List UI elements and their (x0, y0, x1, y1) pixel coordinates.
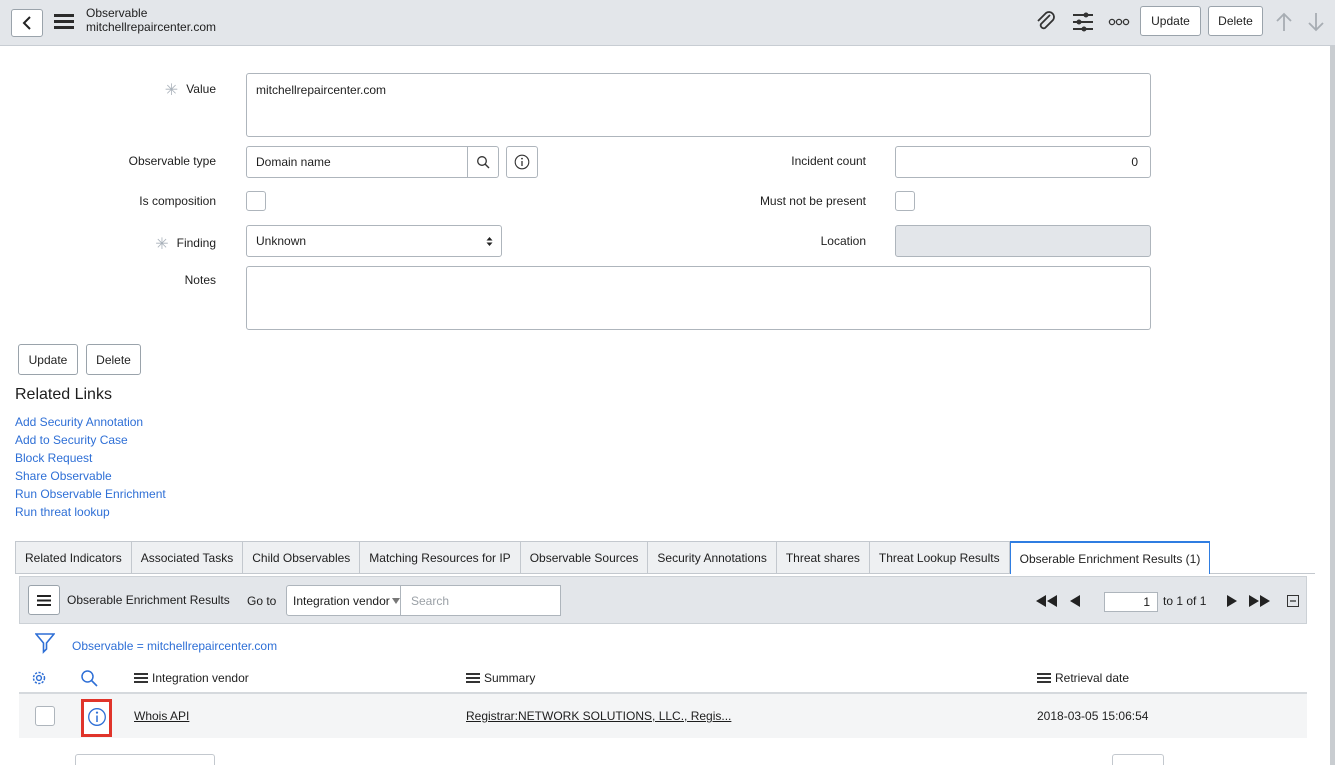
observable-type-info-button[interactable] (506, 146, 538, 178)
notes-field[interactable] (246, 266, 1151, 330)
must-not-be-present-checkbox[interactable] (895, 191, 915, 211)
required-asterisk-icon: ✳ (155, 236, 169, 253)
observable-type-label: Observable type (128, 154, 216, 168)
tab-associated-tasks[interactable]: Associated Tasks (130, 541, 243, 574)
value-field[interactable]: mitchellrepaircenter.com (246, 73, 1151, 137)
arrow-down-icon[interactable] (1307, 11, 1325, 33)
filter-icon[interactable] (35, 632, 55, 654)
hamburger-icon (37, 594, 51, 606)
link-run-threat-lookup[interactable]: Run threat lookup (15, 505, 110, 519)
tab-child-observables[interactable]: Child Observables (242, 541, 360, 574)
form-update-button[interactable]: Update (18, 344, 78, 375)
filter-breadcrumb[interactable]: Observable = mitchellrepaircenter.com (72, 639, 277, 653)
column-retrieval-date[interactable]: Retrieval date (1037, 671, 1129, 685)
tab-threat-lookup-results[interactable]: Threat Lookup Results (868, 541, 1010, 574)
page-scrollbar[interactable] (1330, 46, 1335, 765)
header-update-button[interactable]: Update (1140, 6, 1201, 36)
bottom-control-fragment (75, 754, 215, 765)
related-links-title: Related Links (15, 386, 112, 403)
header-delete-button[interactable]: Delete (1208, 6, 1263, 36)
form-delete-button[interactable]: Delete (86, 344, 141, 375)
list-menu-button[interactable] (28, 585, 60, 615)
arrow-up-icon[interactable] (1275, 11, 1293, 33)
value-label: ✳ Value (164, 82, 216, 99)
hamburger-menu-icon[interactable] (54, 14, 74, 30)
bottom-control-fragment (1112, 754, 1164, 765)
gear-icon[interactable] (30, 669, 48, 687)
more-options-icon[interactable] (1108, 18, 1130, 26)
related-lists-tabs: Related Indicators Associated Tasks Chil… (15, 541, 1211, 574)
goto-field-select[interactable]: Integration vendor (286, 585, 401, 616)
column-menu-icon (134, 673, 148, 683)
next-page-icon[interactable] (1227, 595, 1238, 607)
column-integration-vendor[interactable]: Integration vendor (134, 671, 249, 685)
last-page-icon[interactable] (1249, 595, 1271, 607)
required-asterisk-icon: ✳ (164, 82, 179, 99)
row-select-checkbox[interactable] (35, 706, 55, 726)
list-search-input[interactable]: Search (401, 585, 561, 616)
incident-count-label: Incident count (791, 154, 866, 168)
record-page: Observable mitchellrepaircenter.com Upda… (0, 0, 1335, 765)
caret-down-icon (391, 597, 400, 604)
finding-label: ✳ Finding (155, 236, 216, 253)
location-label: Location (820, 234, 866, 248)
link-run-observable-enrichment[interactable]: Run Observable Enrichment (15, 487, 166, 501)
must-not-be-present-label: Must not be present (759, 194, 866, 208)
notes-label: Notes (184, 273, 216, 287)
location-field (895, 225, 1151, 257)
row-vendor-link[interactable]: Whois API (134, 709, 189, 723)
record-name: mitchellrepaircenter.com (86, 20, 217, 34)
tab-matching-resources-for-ip[interactable]: Matching Resources for IP (359, 541, 520, 574)
search-icon (477, 156, 490, 169)
select-arrows-icon (486, 236, 493, 246)
list-toolbar: Obserable Enrichment Results Go to Integ… (19, 576, 1307, 624)
previous-page-icon[interactable] (1070, 595, 1081, 607)
link-add-security-annotation[interactable]: Add Security Annotation (15, 415, 143, 429)
is-composition-checkbox[interactable] (246, 191, 266, 211)
page-count: to 1 of 1 (1163, 594, 1207, 608)
tab-related-indicators[interactable]: Related Indicators (15, 541, 131, 574)
tab-observable-sources[interactable]: Observable Sources (519, 541, 648, 574)
info-icon[interactable] (87, 707, 107, 727)
page-number-input[interactable]: 1 (1104, 592, 1158, 612)
record-type-label: Observable (86, 6, 148, 20)
observable-type-lookup-button[interactable] (467, 146, 499, 178)
row-summary-link[interactable]: Registrar:NETWORK SOLUTIONS, LLC., Regis… (466, 709, 731, 723)
info-icon (514, 154, 530, 170)
list-title: Obserable Enrichment Results (67, 593, 230, 607)
observable-type-field[interactable]: Domain name (246, 146, 468, 178)
finding-value: Unknown (256, 234, 307, 248)
row-retrieval-date: 2018-03-05 15:06:54 (1037, 709, 1149, 723)
goto-field-value: Integration vendor (293, 593, 390, 608)
form-header: Observable mitchellrepaircenter.com Upda… (0, 0, 1335, 46)
chevron-left-icon (22, 16, 31, 30)
back-button[interactable] (11, 9, 43, 37)
link-share-observable[interactable]: Share Observable (15, 469, 112, 483)
is-composition-label: Is composition (139, 194, 216, 208)
finding-select[interactable]: Unknown (246, 225, 502, 257)
personalize-form-icon[interactable] (1071, 11, 1095, 33)
tab-threat-shares[interactable]: Threat shares (775, 541, 869, 574)
collapse-list-icon[interactable] (1287, 595, 1299, 607)
search-icon[interactable] (80, 669, 98, 687)
column-menu-icon (1037, 673, 1051, 683)
paperclip-icon[interactable] (1035, 11, 1057, 33)
column-menu-icon (466, 673, 480, 683)
tab-security-annotations[interactable]: Security Annotations (647, 541, 776, 574)
incident-count-field[interactable]: 0 (895, 146, 1151, 178)
tab-enrichment-results[interactable]: Obserable Enrichment Results (1) (1009, 541, 1211, 574)
column-summary[interactable]: Summary (466, 671, 535, 685)
link-block-request[interactable]: Block Request (15, 451, 92, 465)
goto-label: Go to (247, 594, 277, 608)
link-add-to-security-case[interactable]: Add to Security Case (15, 433, 128, 447)
first-page-icon[interactable] (1036, 595, 1058, 607)
record-title: Observable mitchellrepaircenter.com (86, 6, 216, 34)
